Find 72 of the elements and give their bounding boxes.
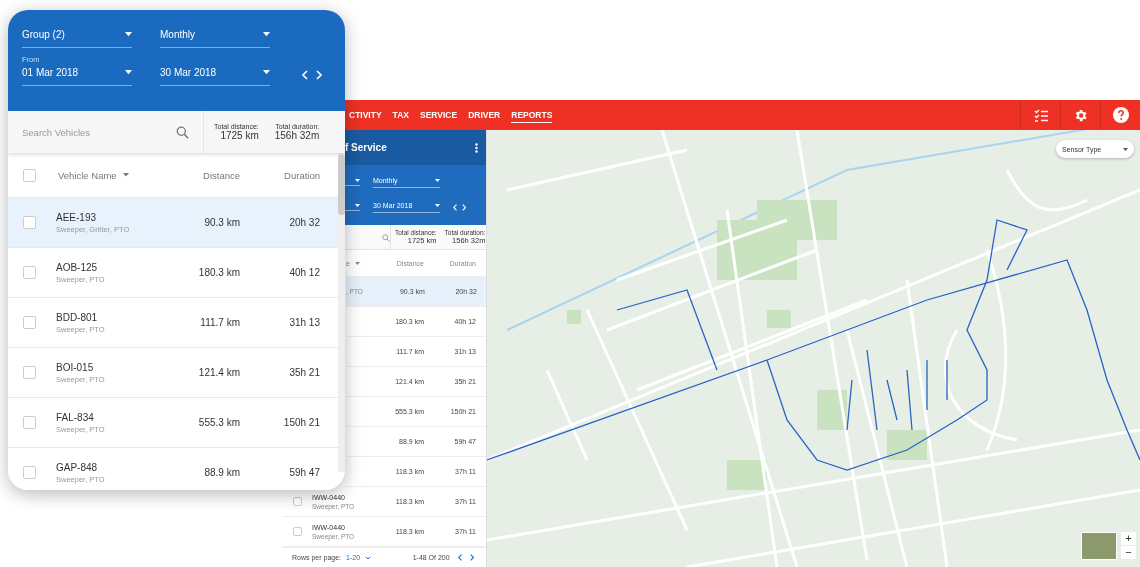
distance-cell-text: 180.3 km [197, 267, 240, 278]
vehicle-name: FAL-834 [56, 411, 95, 423]
duration-cell-text: 40h 12 [288, 267, 320, 278]
column-header[interactable]: Vehicle Name [50, 169, 160, 181]
checklist-icon[interactable] [1033, 108, 1048, 122]
row-checkbox[interactable] [292, 497, 302, 506]
row-checkbox[interactable] [22, 216, 36, 229]
caret-icon [263, 70, 270, 75]
previous-icon [453, 204, 458, 211]
duration-cell-text: 150h 21 [282, 417, 320, 428]
caret-icon [125, 32, 132, 37]
chevron-right-icon [316, 70, 322, 80]
next-icon [462, 204, 467, 211]
search-icon[interactable] [176, 125, 189, 139]
row-checkbox[interactable] [22, 416, 36, 429]
settings-icon[interactable] [1073, 107, 1088, 123]
caret-icon [355, 179, 360, 182]
nav-tab[interactable]: CTIVITY [349, 107, 382, 123]
previous-icon [457, 554, 462, 561]
vehicle-name: AEE-193 [56, 211, 98, 223]
scrollbar[interactable] [338, 153, 345, 472]
next-button[interactable] [316, 70, 322, 80]
nav-tab[interactable]: TAX [392, 107, 409, 123]
search-icon[interactable] [382, 234, 390, 242]
vehicle-name: GAP-848 [56, 461, 99, 473]
next-icon [469, 554, 474, 561]
satellite-thumbnail[interactable] [1081, 532, 1117, 560]
end-date-dropdown[interactable]: 30 Mar 2018 [160, 67, 270, 86]
select-all-checkbox[interactable] [22, 168, 36, 182]
row-checkbox[interactable] [22, 466, 36, 479]
total-distance-value: 1725 km [220, 130, 259, 141]
caret-icon [365, 555, 372, 560]
map-drawing[interactable] [487, 130, 1140, 567]
nav-tab[interactable]: SERVICE [419, 107, 458, 123]
column-header: Duration [283, 169, 320, 181]
help-icon[interactable] [1112, 107, 1129, 123]
caret-icon [355, 204, 360, 207]
duration-cell-text: 59h 47 [288, 467, 320, 478]
previous-button[interactable] [302, 70, 308, 80]
more-icon[interactable] [475, 142, 478, 153]
caret-icon [263, 32, 270, 37]
caret-icon [1123, 147, 1128, 151]
duration-cell-text: 31h 13 [288, 317, 320, 328]
sort-icon [354, 261, 360, 265]
distance-cell-text: 555.3 km [197, 417, 240, 428]
row-checkbox[interactable] [22, 266, 36, 279]
nav-tab[interactable]: DRIVER [468, 107, 501, 123]
duration-cell-text: 20h 32 [288, 217, 320, 228]
column-header: Distance [202, 169, 240, 181]
caret-icon [125, 70, 132, 75]
row-checkbox[interactable] [292, 527, 302, 536]
zoom-out-button[interactable]: − [1121, 546, 1136, 559]
total-duration-value: 156h 32m [274, 130, 320, 141]
distance-cell-text: 90.3 km [203, 217, 240, 228]
sort-icon [122, 173, 129, 177]
distance-cell-text: 121.4 km [197, 367, 240, 378]
caret-icon [435, 204, 440, 207]
zoom-in-button[interactable]: + [1121, 532, 1136, 545]
vehicle-name: BOI-015 [56, 361, 95, 373]
group-dropdown[interactable]: Group (2) [22, 29, 132, 48]
row-checkbox[interactable] [22, 366, 36, 379]
caret-icon [435, 179, 440, 182]
duration-cell-text: 35h 21 [288, 367, 320, 378]
row-checkbox[interactable] [22, 316, 36, 329]
vehicle-name: BDD-801 [56, 311, 99, 323]
panel-title: f Service [345, 142, 387, 153]
period-dropdown[interactable]: Monthly [160, 29, 270, 48]
vehicle-name: AOB-125 [56, 261, 99, 273]
chevron-left-icon [302, 70, 308, 80]
nav-tab[interactable]: REPORTS [511, 107, 553, 123]
distance-cell-text: 111.7 km [199, 317, 240, 328]
distance-cell-text: 88.9 km [203, 467, 240, 478]
